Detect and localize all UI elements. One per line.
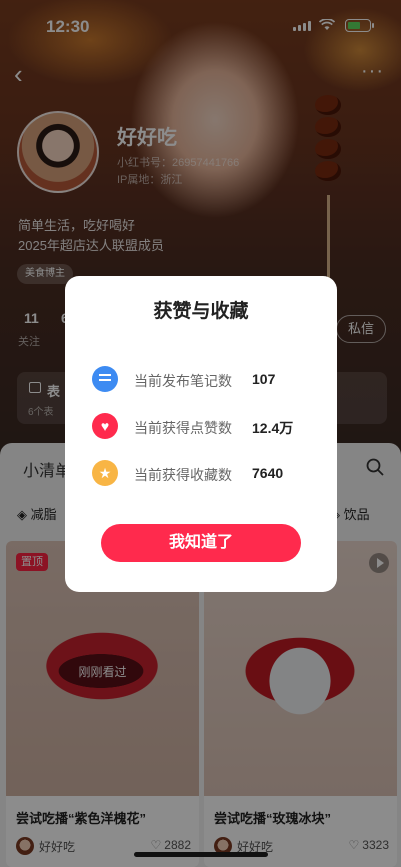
stat-value: 12.4万 [252,420,294,436]
stat-label: 当前获得点赞数 [134,420,232,436]
stat-label: 当前发布笔记数 [134,373,232,389]
stat-value: 107 [252,371,276,387]
stat-label: 当前获得收藏数 [134,467,232,483]
stat-row-notes: 当前发布笔记数 107 [92,366,322,394]
stat-value: 7640 [252,465,284,481]
dialog-title: 获赞与收藏 [153,301,249,322]
stat-row-collections: ★ 当前获得收藏数 7640 [92,460,322,488]
note-icon [92,366,118,392]
got-it-button[interactable]: 我知道了 [101,524,301,562]
heart-icon: ♥ [92,413,118,439]
home-indicator[interactable] [134,852,268,857]
star-icon: ★ [92,460,118,486]
stat-row-likes: ♥ 当前获得点赞数 12.4万 [92,413,322,441]
likes-and-collections-dialog: 获赞与收藏 当前发布笔记数 107 ♥ 当前获得点赞数 12.4万 ★ 当前获得… [65,276,337,592]
